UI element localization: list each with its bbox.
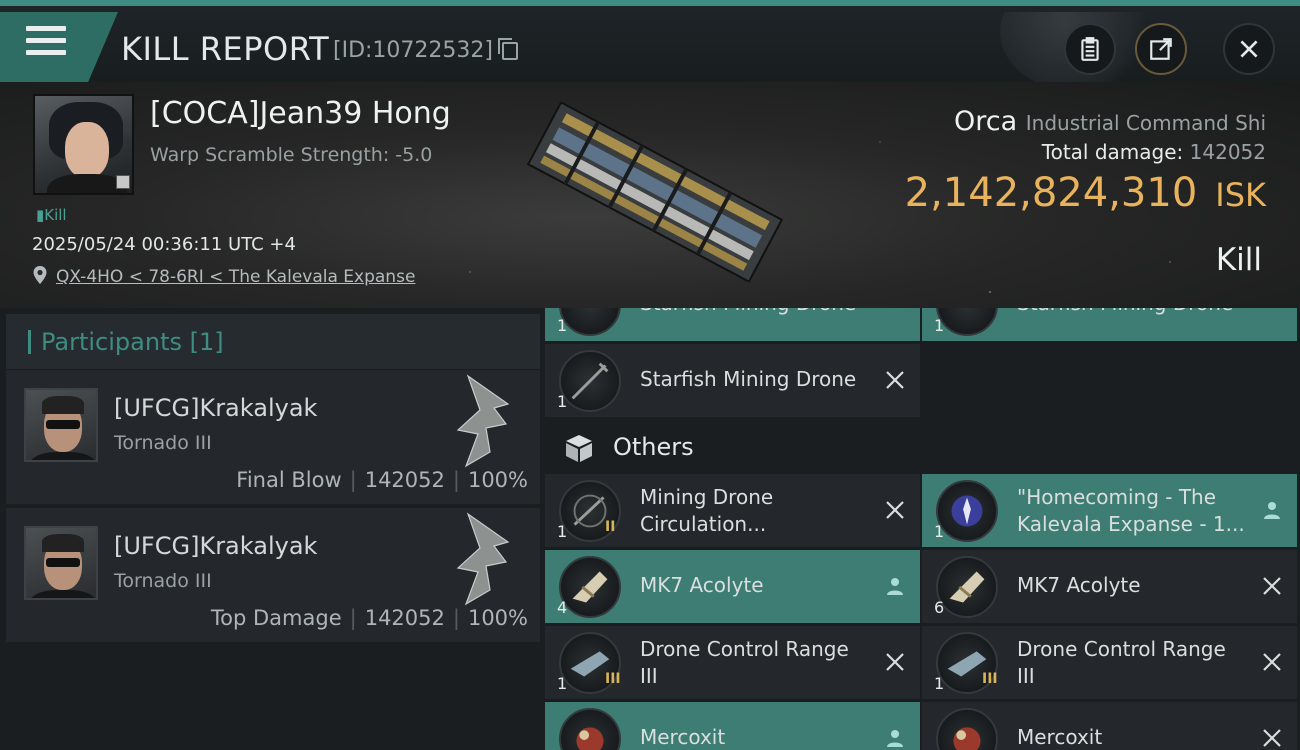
participant-row[interactable]: [UFCG]Krakalyak Tornado III Top Damage | 1… bbox=[6, 508, 540, 644]
share-button[interactable] bbox=[1135, 23, 1187, 75]
participant-name[interactable]: [UFCG]Krakalyak bbox=[114, 532, 317, 560]
x-icon bbox=[884, 651, 906, 673]
total-damage: Total damage: 142052 bbox=[1041, 140, 1266, 164]
item-name: MK7 Acolyte bbox=[1017, 573, 1141, 597]
participants-header[interactable]: Participants [1] bbox=[6, 314, 540, 369]
total-damage-value: 142052 bbox=[1189, 140, 1266, 164]
participant-avatar[interactable] bbox=[24, 388, 98, 462]
item-row[interactable]: 1 Starfish Mining Drone bbox=[922, 308, 1297, 341]
kill-result: Kill bbox=[1215, 242, 1262, 278]
item-row[interactable]: 1 III Drone Control Range III bbox=[545, 626, 920, 699]
item-name: Mercoxit bbox=[640, 725, 726, 749]
person-icon bbox=[1261, 499, 1283, 521]
victim-ship-type: Orca Industrial Command Shi bbox=[954, 106, 1266, 137]
item-row[interactable]: Mercoxit bbox=[545, 702, 920, 750]
x-icon bbox=[884, 369, 906, 391]
victim-summary: ▮Kill [COCA]Jean39 Hong Warp Scramble St… bbox=[0, 82, 1300, 308]
others-section-header: Others bbox=[545, 423, 1300, 471]
title-bar: KILL REPORT [ID:10722532] bbox=[0, 0, 1300, 88]
tornado-ship-image bbox=[456, 374, 510, 468]
item-name: MK7 Acolyte bbox=[640, 573, 764, 597]
participant-stats: Top Damage | 142052 | 100% bbox=[210, 606, 528, 630]
item-row[interactable]: 1 Starfish Mining Drone bbox=[545, 344, 920, 417]
item-row[interactable]: 1 "Homecoming - The Kalevala Expanse - 1… bbox=[922, 474, 1297, 547]
mercoxit-ore-icon bbox=[559, 708, 621, 750]
participant-row[interactable]: [UFCG]Krakalyak Tornado III Final Blow | 1… bbox=[6, 370, 540, 506]
participants-panel: Participants [1] [UFCG]Krakalyak Tornado… bbox=[6, 308, 540, 750]
report-id: [ID:10722532] bbox=[333, 38, 493, 63]
participant-avatar[interactable] bbox=[24, 526, 98, 600]
mercoxit-ore-icon bbox=[936, 708, 998, 750]
mining-drone-icon bbox=[559, 308, 621, 336]
tornado-ship-image bbox=[456, 512, 510, 606]
clipboard-button[interactable] bbox=[1064, 23, 1116, 75]
close-icon bbox=[1240, 40, 1258, 58]
item-row[interactable]: 1 Starfish Mining Drone bbox=[545, 308, 920, 341]
item-name: Mining Drone Circulation... bbox=[640, 485, 774, 536]
mining-drone-icon bbox=[559, 350, 621, 412]
x-icon bbox=[884, 499, 906, 521]
copy-icon[interactable] bbox=[498, 38, 518, 60]
location-pin-icon bbox=[33, 266, 47, 284]
kill-datetime: 2025/05/24 00:36:11 UTC +4 bbox=[32, 234, 296, 255]
item-row[interactable]: 1 III Drone Control Range III bbox=[922, 626, 1297, 699]
kill-tag: ▮Kill bbox=[36, 206, 67, 224]
victim-name[interactable]: [COCA]Jean39 Hong bbox=[150, 96, 451, 131]
info-tag-icon bbox=[116, 175, 130, 189]
mining-drone-icon bbox=[936, 308, 998, 336]
share-icon bbox=[1150, 38, 1172, 60]
x-icon bbox=[1261, 651, 1283, 673]
acolyte-drone-icon bbox=[936, 556, 998, 618]
page-title: KILL REPORT bbox=[121, 30, 330, 68]
victim-ship-class: Industrial Command Shi bbox=[1025, 111, 1266, 135]
item-name: Starfish Mining Drone bbox=[640, 367, 857, 391]
participant-ship: Tornado III bbox=[114, 570, 212, 592]
isk-value: 2,142,824,310 ISK bbox=[904, 170, 1266, 216]
clipboard-icon bbox=[1081, 37, 1099, 61]
item-row[interactable]: 4 MK7 Acolyte bbox=[545, 550, 920, 623]
acolyte-drone-icon bbox=[559, 556, 621, 618]
x-icon bbox=[1261, 575, 1283, 597]
x-icon bbox=[1261, 727, 1283, 749]
item-row[interactable]: 1 II Mining Drone Circulation... bbox=[545, 474, 920, 547]
close-button[interactable] bbox=[1223, 23, 1275, 75]
item-row[interactable]: Mercoxit bbox=[922, 702, 1297, 750]
warp-scramble-strength: Warp Scramble Strength: -5.0 bbox=[150, 144, 433, 166]
participant-name[interactable]: [UFCG]Krakalyak bbox=[114, 394, 317, 422]
victim-ship-name[interactable]: Orca bbox=[954, 106, 1017, 137]
participant-stats: Final Blow | 142052 | 100% bbox=[236, 468, 528, 492]
participant-ship: Tornado III bbox=[114, 432, 212, 454]
orca-ship-image bbox=[526, 102, 784, 282]
item-name: Drone Control Range III bbox=[1017, 637, 1226, 688]
items-panel: 1 Starfish Mining Drone 1 Starfish Minin… bbox=[545, 308, 1300, 750]
person-icon bbox=[884, 727, 906, 749]
medal-icon bbox=[936, 480, 998, 542]
item-name: "Homecoming - The Kalevala Expanse - 1..… bbox=[1017, 485, 1245, 536]
item-name: Drone Control Range III bbox=[640, 637, 849, 688]
kill-location-link[interactable]: QX-4HO < 78-6RI < The Kalevala Expanse bbox=[56, 267, 415, 287]
item-name: Mercoxit bbox=[1017, 725, 1103, 749]
item-row[interactable]: 6 MK7 Acolyte bbox=[922, 550, 1297, 623]
person-icon bbox=[884, 575, 906, 597]
victim-avatar[interactable] bbox=[33, 94, 134, 195]
cube-icon bbox=[566, 435, 592, 462]
menu-icon[interactable] bbox=[26, 26, 66, 60]
